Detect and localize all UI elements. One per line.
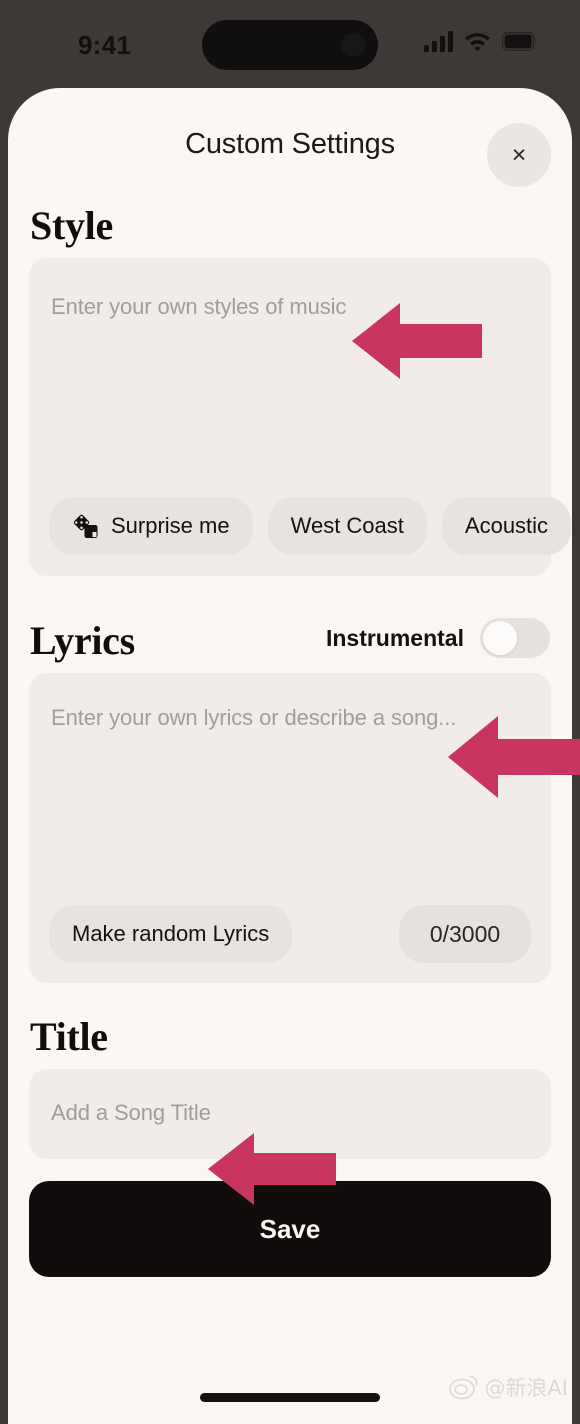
- status-bar: 9:41: [0, 0, 580, 88]
- weibo-watermark: @新浪AI: [449, 1372, 568, 1402]
- instrumental-toggle[interactable]: [480, 618, 550, 658]
- lyrics-input-placeholder: Enter your own lyrics or describe a song…: [51, 705, 457, 730]
- status-icons: [424, 30, 538, 52]
- close-icon: ×: [511, 140, 527, 169]
- toggle-knob: [483, 621, 517, 655]
- lyrics-section-header: Lyrics Instrumental: [29, 618, 551, 673]
- style-chip-row: Surprise me West Coast Acoustic: [49, 497, 572, 555]
- title-section: Title Add a Song Title: [8, 1017, 572, 1159]
- cellular-signal-icon: [424, 30, 453, 52]
- settings-sheet: Custom Settings × Style Enter your own s…: [8, 88, 572, 1424]
- dice-icon: [73, 514, 98, 538]
- weibo-watermark-text: @新浪AI: [484, 1376, 568, 1400]
- lyrics-input-card[interactable]: Enter your own lyrics or describe a song…: [29, 673, 551, 983]
- save-button-wrap: Save: [8, 1159, 572, 1277]
- style-heading: Style: [30, 203, 113, 248]
- make-random-lyrics-button[interactable]: Make random Lyrics: [49, 905, 293, 963]
- chip-west-coast-label: West Coast: [290, 513, 404, 538]
- chip-surprise-me[interactable]: Surprise me: [49, 497, 253, 555]
- home-indicator[interactable]: [200, 1393, 380, 1402]
- title-heading: Title: [30, 1014, 108, 1059]
- save-button[interactable]: Save: [29, 1181, 551, 1277]
- dynamic-island: [202, 20, 378, 70]
- make-random-lyrics-label: Make random Lyrics: [72, 921, 270, 946]
- lyrics-heading: Lyrics: [30, 618, 135, 663]
- wifi-icon: [465, 33, 490, 52]
- chip-acoustic-label: Acoustic: [464, 513, 549, 538]
- style-section-header: Style: [29, 206, 551, 258]
- lyrics-section: Lyrics Instrumental Enter your own lyric…: [8, 618, 572, 983]
- chip-surprise-me-label: Surprise me: [111, 513, 230, 538]
- style-input-placeholder: Enter your own styles of music: [51, 294, 347, 319]
- phone-frame: 9:41 Custom Settings × Style Enter your …: [0, 0, 580, 1424]
- style-section: Style Enter your own styles of music Sur…: [8, 206, 572, 576]
- title-section-header: Title: [29, 1017, 551, 1069]
- song-title-input[interactable]: Add a Song Title: [29, 1069, 551, 1159]
- lyrics-char-counter: 0/3000: [399, 905, 531, 963]
- instrumental-label: Instrumental: [325, 624, 464, 651]
- chip-acoustic[interactable]: Acoustic: [441, 497, 572, 555]
- close-button[interactable]: ×: [487, 123, 551, 187]
- style-input-card[interactable]: Enter your own styles of music Surprise …: [29, 258, 572, 576]
- sheet-header: Custom Settings ×: [8, 88, 572, 206]
- weibo-logo-icon: [449, 1375, 478, 1400]
- status-time: 9:41: [78, 30, 132, 60]
- lyrics-footer: Make random Lyrics 0/3000: [49, 905, 531, 963]
- front-camera-icon: [341, 33, 365, 57]
- battery-icon: [502, 31, 537, 51]
- chip-west-coast[interactable]: West Coast: [267, 497, 427, 555]
- instrumental-toggle-wrap: Instrumental: [326, 618, 550, 661]
- song-title-placeholder: Add a Song Title: [51, 1100, 211, 1125]
